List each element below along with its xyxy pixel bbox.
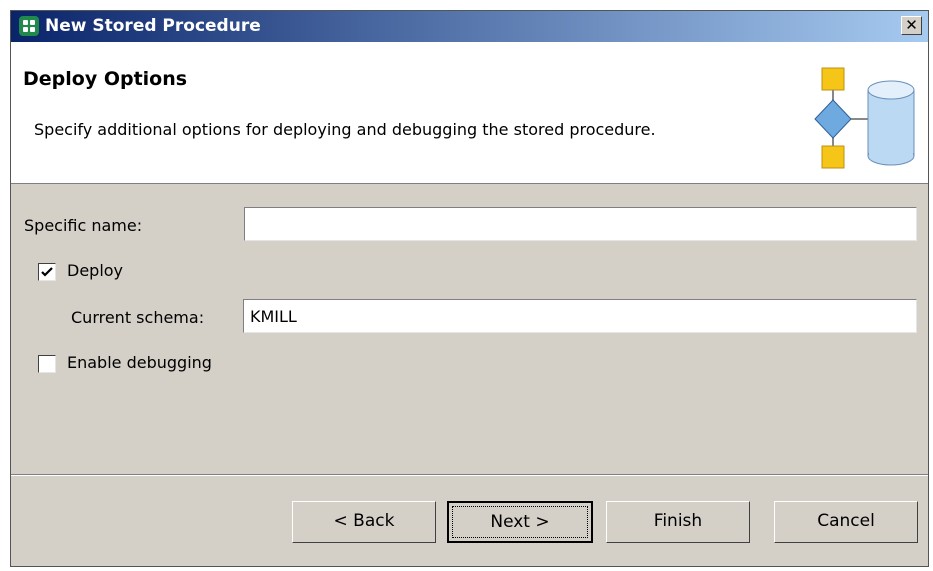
close-button[interactable]: ✕: [901, 16, 922, 35]
button-separator: [11, 474, 928, 476]
specific-name-label: Specific name:: [24, 216, 143, 235]
close-icon: ✕: [905, 16, 918, 34]
back-button[interactable]: < Back: [292, 501, 436, 543]
enable-debugging-label[interactable]: Enable debugging: [67, 353, 212, 372]
title-bar[interactable]: New Stored Procedure ✕: [11, 11, 928, 42]
finish-button[interactable]: Finish: [606, 501, 750, 543]
enable-debugging-checkbox[interactable]: [38, 355, 56, 373]
checkmark-icon: [41, 267, 53, 277]
page-description: Specify additional options for deploying…: [34, 120, 656, 139]
specific-name-field[interactable]: [244, 207, 917, 241]
deploy-label[interactable]: Deploy: [67, 261, 123, 280]
new-stored-procedure-dialog: New Stored Procedure ✕ Deploy Options Sp…: [10, 10, 929, 567]
deploy-checkbox[interactable]: [38, 263, 56, 281]
database-flow-icon: [814, 67, 915, 169]
current-schema-field[interactable]: [243, 299, 917, 333]
cancel-button[interactable]: Cancel: [774, 501, 918, 543]
next-button[interactable]: Next >: [447, 501, 593, 543]
window-title: New Stored Procedure: [45, 16, 261, 36]
page-title: Deploy Options: [23, 68, 188, 90]
app-icon: [19, 16, 39, 36]
current-schema-label: Current schema:: [71, 308, 205, 327]
wizard-banner: Deploy Options Specify additional option…: [11, 42, 928, 184]
